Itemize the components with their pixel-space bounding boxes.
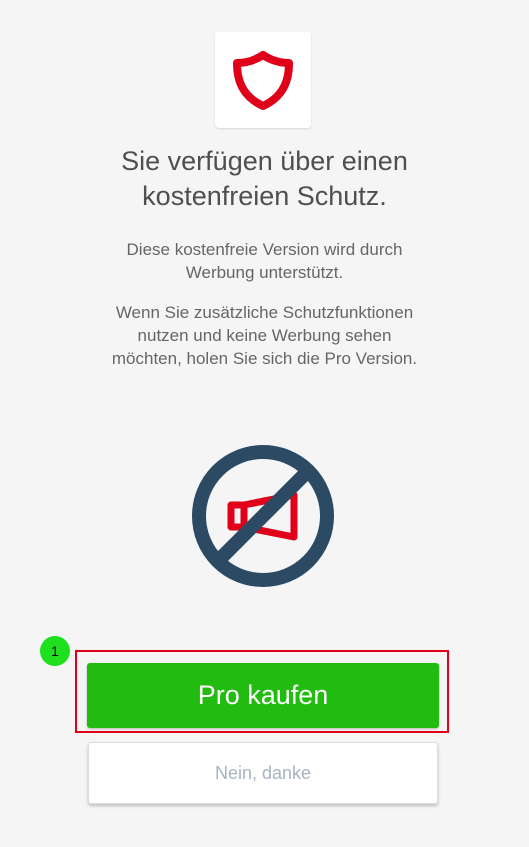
app-logo <box>215 32 311 128</box>
page-title: Sie verfügen über einen kostenfreien Sch… <box>121 146 408 211</box>
step-badge: 1 <box>40 636 70 666</box>
decline-button[interactable]: Nein, danke <box>88 742 438 804</box>
shield-icon <box>233 51 293 110</box>
buy-pro-button[interactable]: Pro kaufen <box>87 663 439 728</box>
ad-supported-text: Diese kostenfreie Version wird durch Wer… <box>126 240 403 282</box>
no-ads-icon <box>192 445 334 587</box>
pro-version-text: Wenn Sie zusätzliche Schutzfunktionen nu… <box>111 303 418 368</box>
